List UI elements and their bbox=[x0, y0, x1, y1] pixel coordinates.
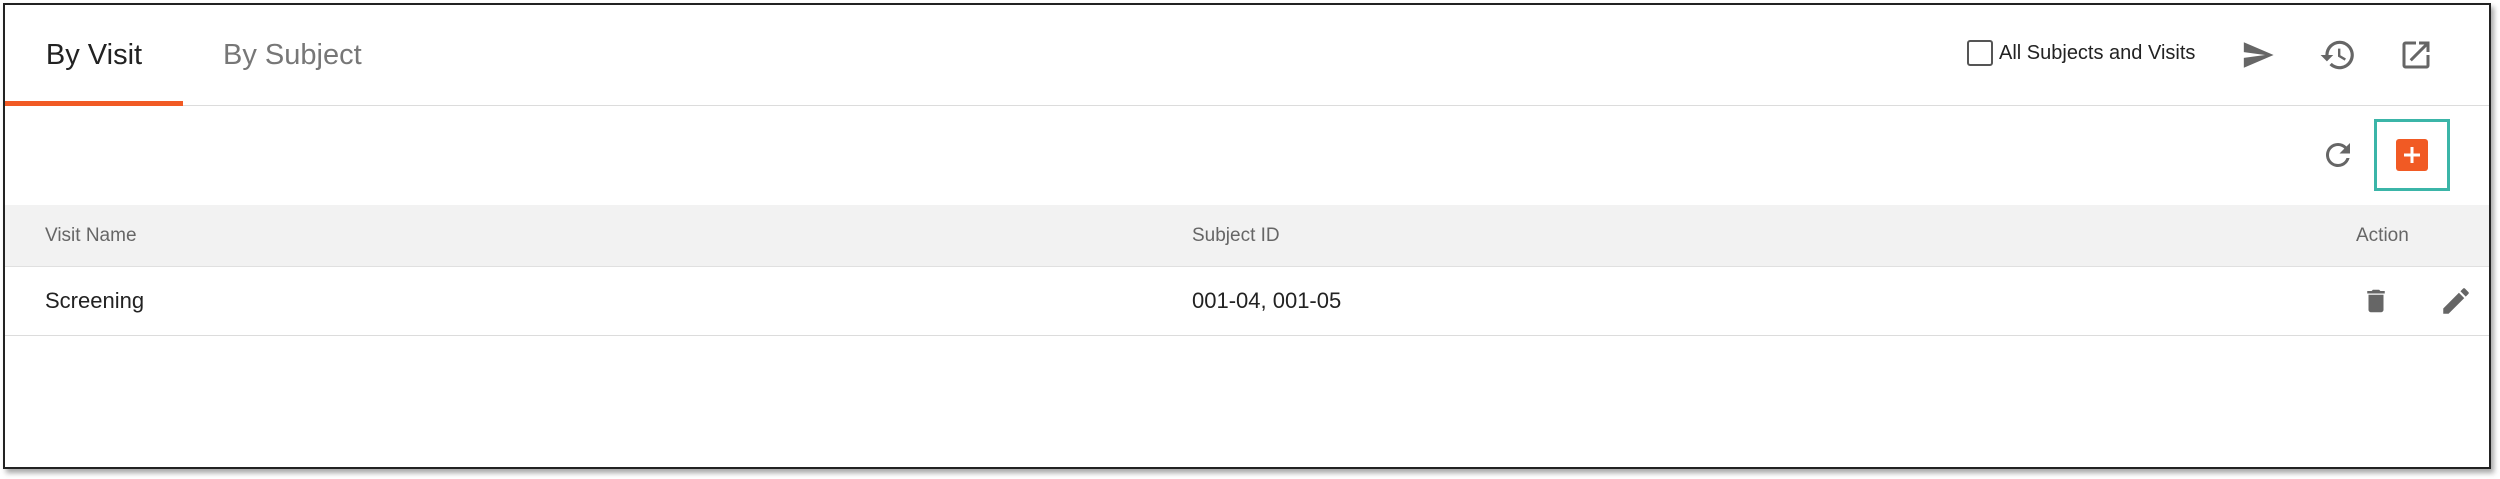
table-header: Visit Name Subject ID Action bbox=[5, 205, 2489, 267]
column-header-subject-id: Subject ID bbox=[1192, 224, 1280, 246]
edit-icon[interactable] bbox=[2436, 281, 2476, 321]
cell-visit-name: Screening bbox=[45, 288, 145, 313]
open-external-icon[interactable] bbox=[2394, 33, 2438, 77]
tab-by-subject[interactable]: By Subject bbox=[223, 5, 362, 105]
all-subjects-checkbox[interactable] bbox=[1967, 40, 1993, 66]
refresh-icon[interactable] bbox=[2316, 133, 2360, 177]
top-bar: By Visit By Subject All Subjects and Vis… bbox=[5, 5, 2489, 106]
table-toolbar bbox=[5, 106, 2489, 205]
tab-by-visit[interactable]: By Visit bbox=[5, 5, 183, 106]
visits-table: Visit Name Subject ID Action Screening 0… bbox=[5, 205, 2489, 336]
delete-icon[interactable] bbox=[2356, 281, 2396, 321]
add-visit-button-highlight[interactable] bbox=[2374, 119, 2450, 191]
history-icon[interactable] bbox=[2316, 33, 2360, 77]
app-frame: By Visit By Subject All Subjects and Vis… bbox=[3, 3, 2491, 469]
column-header-action: Action bbox=[2356, 224, 2409, 246]
all-subjects-and-visits-toggle[interactable]: All Subjects and Visits bbox=[1967, 40, 2195, 66]
cell-subject-id: 001-04, 001-05 bbox=[1192, 288, 1342, 313]
tab-by-visit-label: By Visit bbox=[45, 38, 143, 71]
add-icon[interactable] bbox=[2396, 139, 2428, 171]
table-row[interactable]: Screening 001-04, 001-05 bbox=[5, 267, 2489, 336]
column-header-visit-name: Visit Name bbox=[45, 224, 137, 246]
send-icon[interactable] bbox=[2236, 33, 2280, 77]
tab-by-subject-label: By Subject bbox=[223, 38, 362, 71]
all-subjects-checkbox-label: All Subjects and Visits bbox=[1999, 41, 2196, 64]
